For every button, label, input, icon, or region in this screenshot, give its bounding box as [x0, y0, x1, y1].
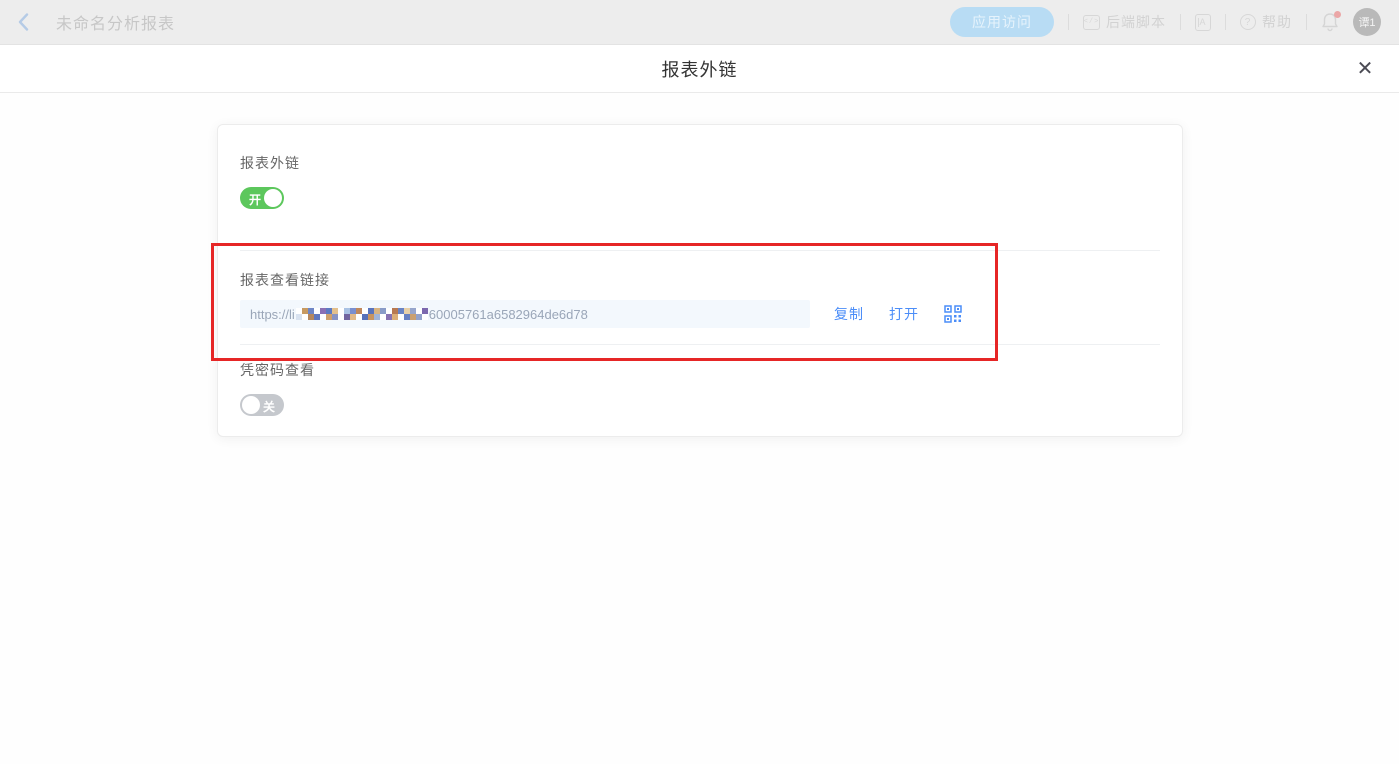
- url-prefix: https://li: [250, 307, 295, 322]
- backend-script-button[interactable]: </> 后端脚本: [1083, 12, 1166, 32]
- app-access-button[interactable]: 应用访问: [950, 7, 1054, 37]
- report-title: 未命名分析报表: [56, 10, 175, 34]
- code-icon: </>: [1083, 15, 1100, 30]
- view-link-section: 报表查看链接 https://li 60005761a6582964de6d78 …: [218, 251, 1182, 344]
- backend-script-label: 后端脚本: [1106, 12, 1166, 32]
- divider: [1068, 14, 1069, 30]
- toggle-on-text: 开: [249, 191, 261, 208]
- topbar-right: 应用访问 </> 后端脚本 A ? 帮助: [950, 7, 1381, 37]
- url-mosaic-blur: [296, 308, 428, 320]
- toggle-knob: [264, 189, 282, 207]
- avatar[interactable]: 谭1: [1353, 8, 1381, 36]
- notification-badge: [1334, 11, 1341, 18]
- modal-title: 报表外链: [662, 56, 738, 82]
- page: 未命名分析报表 应用访问 </> 后端脚本 A ? 帮助: [0, 0, 1399, 764]
- password-view-label: 凭密码查看: [240, 345, 1160, 380]
- back-button[interactable]: [18, 12, 38, 32]
- password-view-toggle[interactable]: 关: [240, 394, 284, 416]
- contacts-icon: A: [1195, 14, 1211, 31]
- password-view-section: 凭密码查看 关: [218, 345, 1182, 439]
- close-icon[interactable]: ✕: [1353, 57, 1377, 81]
- notification-button[interactable]: [1321, 12, 1339, 32]
- url-suffix: 60005761a6582964de6d78: [429, 307, 588, 322]
- external-link-section: 报表外链 开: [218, 125, 1182, 250]
- qr-code-icon: [944, 305, 962, 323]
- view-link-label: 报表查看链接: [240, 251, 1160, 290]
- toggle-knob: [242, 396, 260, 414]
- modal-header: 报表外链 ✕: [0, 45, 1399, 93]
- qr-code-button[interactable]: [944, 305, 962, 323]
- org-members-button[interactable]: A: [1195, 14, 1211, 31]
- help-button[interactable]: ? 帮助: [1240, 12, 1292, 32]
- open-link-button[interactable]: 打开: [889, 304, 919, 324]
- copy-link-button[interactable]: 复制: [834, 304, 864, 324]
- divider: [1180, 14, 1181, 30]
- topbar: 未命名分析报表 应用访问 </> 后端脚本 A ? 帮助: [0, 0, 1399, 45]
- link-actions: 复制 打开: [834, 304, 962, 324]
- external-link-card: 报表外链 开 报表查看链接 https://li 60005761a6582964…: [217, 124, 1183, 437]
- view-link-row: https://li 60005761a6582964de6d78 复制 打开: [240, 300, 1160, 328]
- divider: [1306, 14, 1307, 30]
- external-link-label: 报表外链: [240, 125, 1160, 173]
- divider: [1225, 14, 1226, 30]
- chevron-left-icon: [18, 13, 29, 31]
- report-url-field[interactable]: https://li 60005761a6582964de6d78: [240, 300, 810, 328]
- topbar-left: 未命名分析报表: [18, 10, 175, 34]
- help-label: 帮助: [1262, 12, 1292, 32]
- external-link-toggle[interactable]: 开: [240, 187, 284, 209]
- question-icon: ?: [1240, 14, 1256, 30]
- toggle-off-text: 关: [263, 398, 275, 415]
